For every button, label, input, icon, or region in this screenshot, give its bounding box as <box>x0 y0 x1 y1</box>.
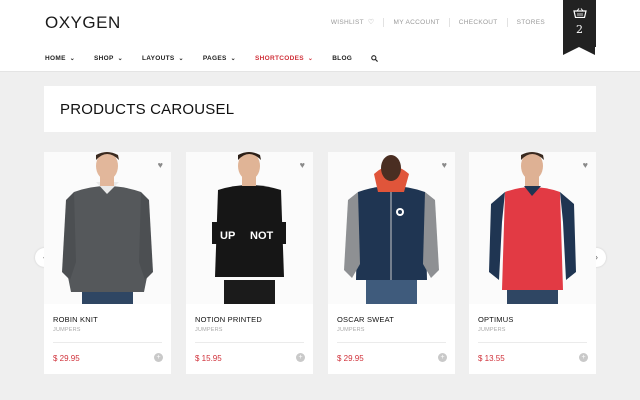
add-to-cart-button[interactable]: + <box>296 353 305 362</box>
chevron-down-icon: ⌄ <box>117 56 123 62</box>
product-price: $ 15.95 <box>195 354 222 363</box>
nav-shortcodes-label: SHORTCODES <box>254 55 304 62</box>
add-to-cart-button[interactable]: + <box>579 353 588 362</box>
product-category[interactable]: JUMPERS <box>478 327 506 333</box>
product-card[interactable]: ♥ OPTIMUS JUMPERS $ 13.55 + <box>469 152 596 374</box>
divider <box>195 342 304 343</box>
product-category[interactable]: JUMPERS <box>195 327 223 333</box>
nav-blog[interactable]: BLOG <box>332 55 352 62</box>
product-image[interactable]: ♥ <box>469 152 596 304</box>
nav-layouts[interactable]: LAYOUTS ⌄ <box>142 55 184 62</box>
wishlist-label: WISHLIST <box>330 19 364 26</box>
chevron-down-icon: ⌄ <box>307 56 314 62</box>
chevron-down-icon: ⌄ <box>230 56 236 62</box>
heart-icon[interactable]: ♥ <box>158 160 163 170</box>
nav-blog-label: BLOG <box>332 55 353 62</box>
my-account-link[interactable]: MY ACCOUNT <box>383 18 448 27</box>
cart-button[interactable]: 2 <box>563 0 596 55</box>
product-category[interactable]: JUMPERS <box>53 327 81 333</box>
heart-icon: ♡ <box>367 19 375 26</box>
product-card[interactable]: ♥ ROBIN KNIT JUMPERS $ 29.95 + <box>44 152 171 374</box>
main-nav: HOME ⌄ SHOP ⌄ LAYOUTS ⌄ PAGES ⌄ SHORTCODES ⌄ … <box>45 55 397 62</box>
chevron-down-icon: ⌄ <box>69 56 76 62</box>
product-name[interactable]: OPTIMUS <box>478 315 514 324</box>
basket-icon <box>573 8 587 18</box>
nav-shop-label: SHOP <box>94 55 114 62</box>
nav-pages-label: PAGES <box>202 55 227 62</box>
nav-layouts-label: LAYOUTS <box>141 55 175 62</box>
product-category[interactable]: JUMPERS <box>337 327 365 333</box>
product-price: $ 29.95 <box>337 354 364 363</box>
nav-pages[interactable]: PAGES ⌄ <box>203 55 236 62</box>
nav-shortcodes[interactable]: SHORTCODES ⌄ <box>255 55 313 62</box>
product-name[interactable]: OSCAR SWEAT <box>337 315 394 324</box>
nav-home[interactable]: HOME ⌄ <box>45 55 75 62</box>
add-to-cart-button[interactable]: + <box>438 353 447 362</box>
add-to-cart-button[interactable]: + <box>154 353 163 362</box>
plus-icon: + <box>156 354 161 361</box>
product-price: $ 29.95 <box>53 354 80 363</box>
nav-home-label: HOME <box>45 55 66 62</box>
heart-icon[interactable]: ♥ <box>442 160 447 170</box>
plus-icon: + <box>581 354 586 361</box>
chevron-down-icon: ⌄ <box>178 56 184 62</box>
divider <box>53 342 162 343</box>
svg-text:NOT: NOT <box>250 230 274 242</box>
page-title: PRODUCTS CAROUSEL <box>60 101 235 118</box>
heart-icon[interactable]: ♥ <box>583 160 588 170</box>
svg-text:UP: UP <box>220 230 235 242</box>
divider <box>337 342 446 343</box>
product-name[interactable]: NOTION PRINTED <box>195 315 262 324</box>
cart-count: 2 <box>576 23 583 36</box>
checkout-link[interactable]: CHECKOUT <box>448 18 507 27</box>
product-image[interactable]: ♥ <box>44 152 171 304</box>
plus-icon: + <box>440 354 445 361</box>
wishlist-link[interactable]: WISHLIST ♡ <box>322 18 384 27</box>
nav-shop[interactable]: SHOP ⌄ <box>94 55 123 62</box>
divider <box>478 342 587 343</box>
product-image[interactable]: ♥ <box>328 152 455 304</box>
search-icon[interactable] <box>371 55 379 62</box>
site-header: OXYGEN WISHLIST ♡ MY ACCOUNT CHECKOUT ST… <box>0 0 640 72</box>
product-price: $ 13.55 <box>478 354 505 363</box>
site-logo[interactable]: OXYGEN <box>45 13 121 33</box>
stores-link[interactable]: STORES <box>506 18 554 27</box>
product-image[interactable]: UP NOT ♥ <box>186 152 313 304</box>
product-card[interactable]: UP NOT ♥ NOTION PRINTED JUMPERS $ 15.95 … <box>186 152 313 374</box>
product-card[interactable]: ♥ OSCAR SWEAT JUMPERS $ 29.95 + <box>328 152 455 374</box>
product-name[interactable]: ROBIN KNIT <box>53 315 98 324</box>
top-links: WISHLIST ♡ MY ACCOUNT CHECKOUT STORES <box>322 18 554 27</box>
heart-icon[interactable]: ♥ <box>300 160 305 170</box>
plus-icon: + <box>298 354 303 361</box>
page-title-box: PRODUCTS CAROUSEL <box>44 86 596 132</box>
